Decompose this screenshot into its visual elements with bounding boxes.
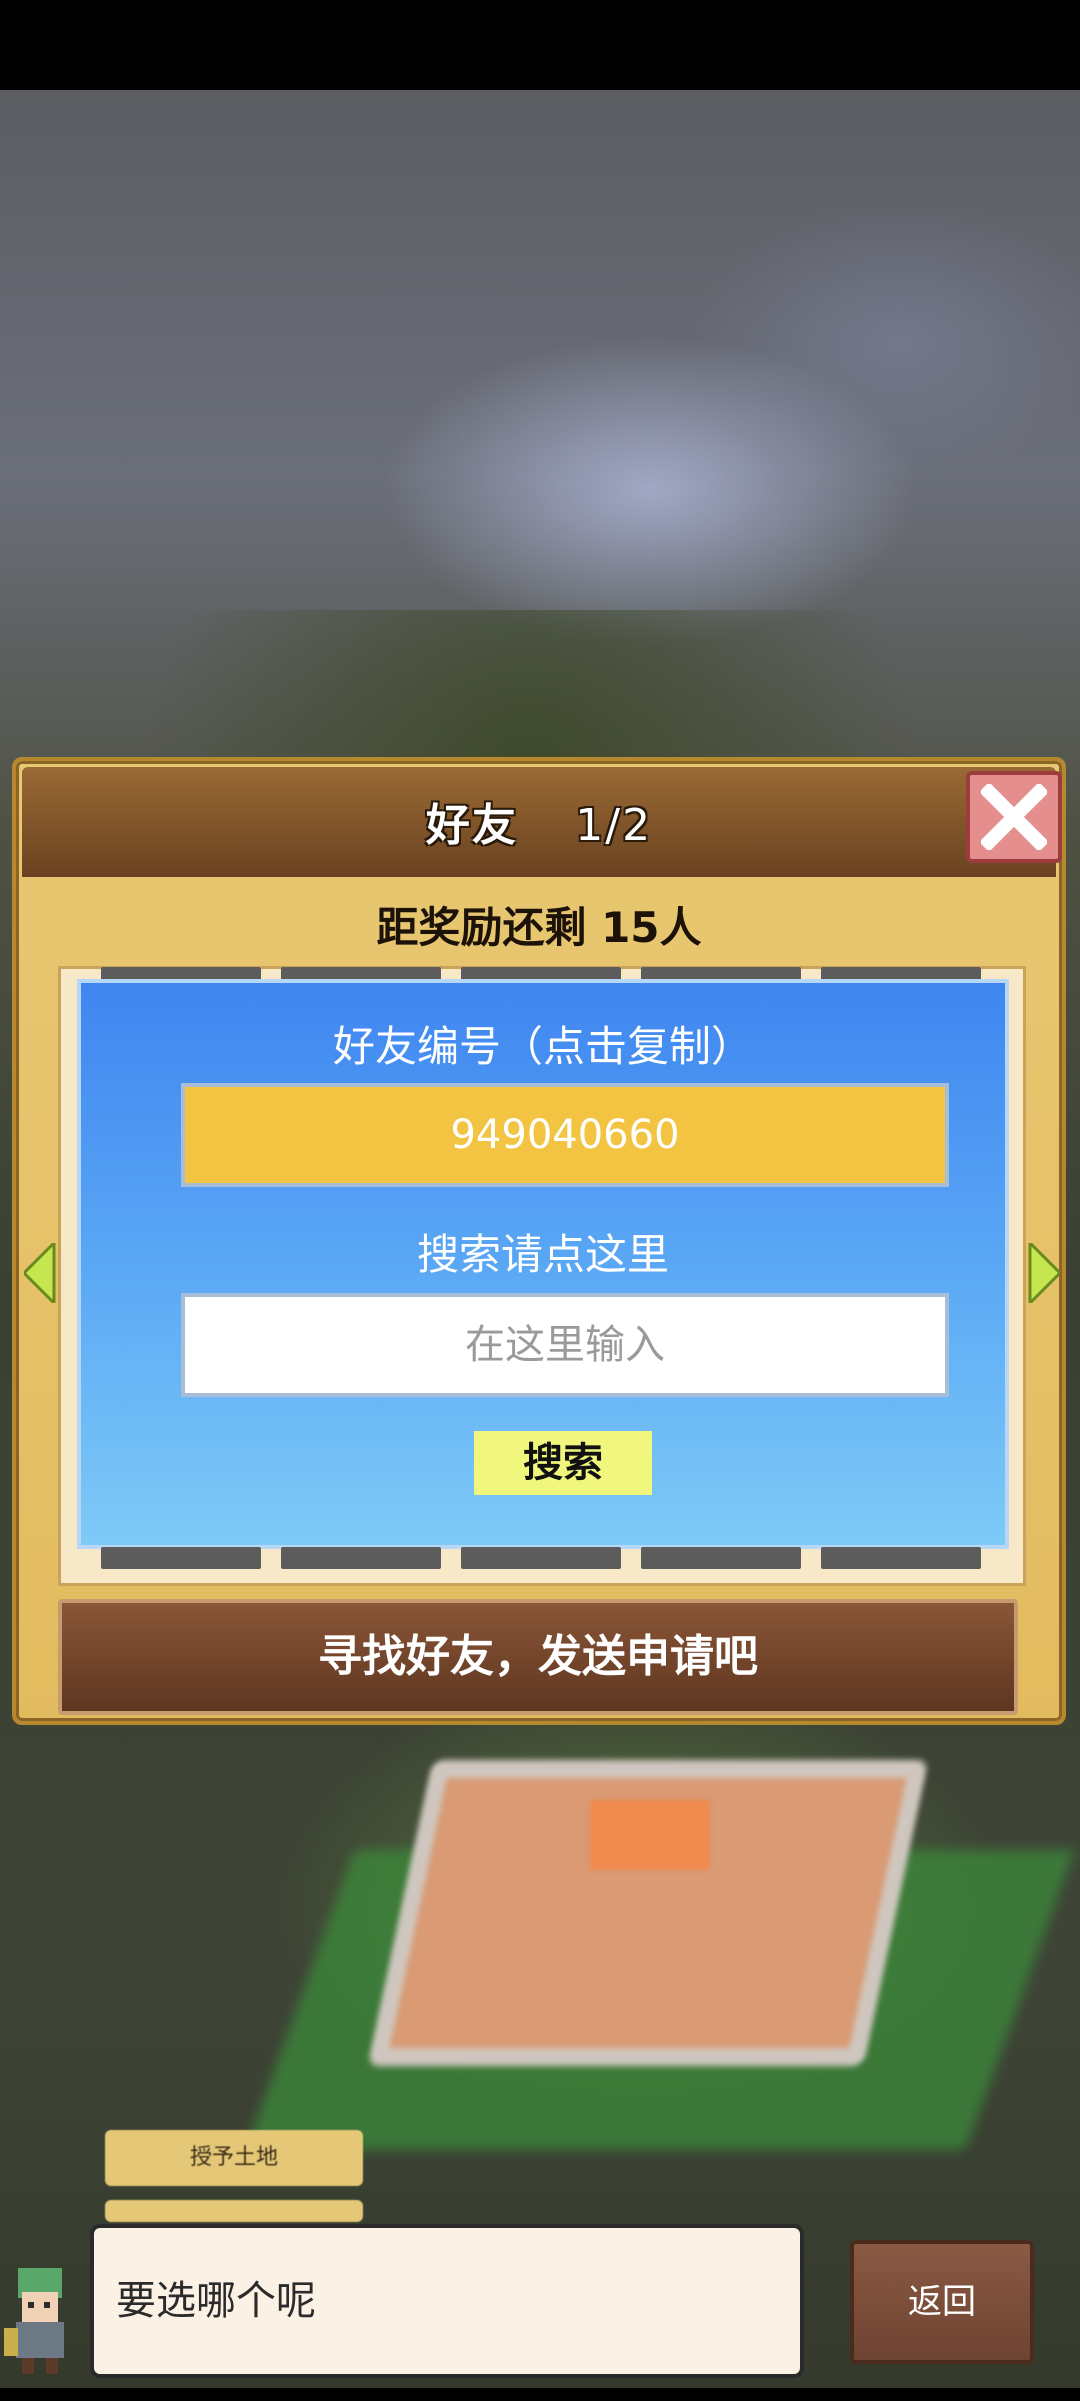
blurred-tab [105, 2200, 363, 2222]
close-button[interactable] [966, 771, 1062, 863]
search-hint-label: 搜索请点这里 [416, 1230, 669, 1279]
find-friends-button[interactable]: 寻找好友，发送申请吧 [58, 1599, 1018, 1715]
slot-tab [281, 1547, 441, 1569]
slot-tab [461, 1547, 621, 1569]
dialog-title: 好友 1/2 [22, 789, 1056, 853]
close-icon [981, 784, 1047, 850]
speech-bubble: 要选哪个呢 [90, 2224, 804, 2378]
back-button[interactable]: 返回 [850, 2240, 1034, 2364]
friends-dialog: 好友 1/2 距奖励还剩 15人 好友编号（点击复制） 949040660 搜索… [12, 757, 1066, 1725]
right-arrow-icon[interactable] [1028, 1243, 1060, 1303]
grant-land-tab[interactable]: 授予土地 [105, 2130, 363, 2186]
bottom-strip [0, 2388, 1080, 2401]
dialog-title-text: 好友 [425, 800, 518, 851]
reward-remaining: 距奖励还剩 15人 [376, 903, 702, 952]
slot-tab [641, 1547, 801, 1569]
building-roof [590, 1800, 710, 1870]
friend-id-label: 好友编号（点击复制） [332, 1022, 753, 1071]
status-bar [0, 0, 1080, 90]
slot-tab [101, 1547, 261, 1569]
slot-tab [821, 1547, 981, 1569]
dialog-header: 好友 1/2 [22, 767, 1056, 877]
friend-id-copy-box[interactable]: 949040660 [181, 1083, 949, 1187]
friend-search-panel: 好友编号（点击复制） 949040660 搜索请点这里 搜索 [77, 979, 1009, 1549]
friend-list-tray: 好友编号（点击复制） 949040660 搜索请点这里 搜索 [58, 966, 1026, 1586]
page-indicator: 1/2 [575, 800, 653, 851]
left-arrow-icon[interactable] [24, 1243, 56, 1303]
character-avatar-icon [4, 2268, 64, 2374]
friend-search-input[interactable] [181, 1293, 949, 1397]
search-button[interactable]: 搜索 [474, 1431, 652, 1495]
